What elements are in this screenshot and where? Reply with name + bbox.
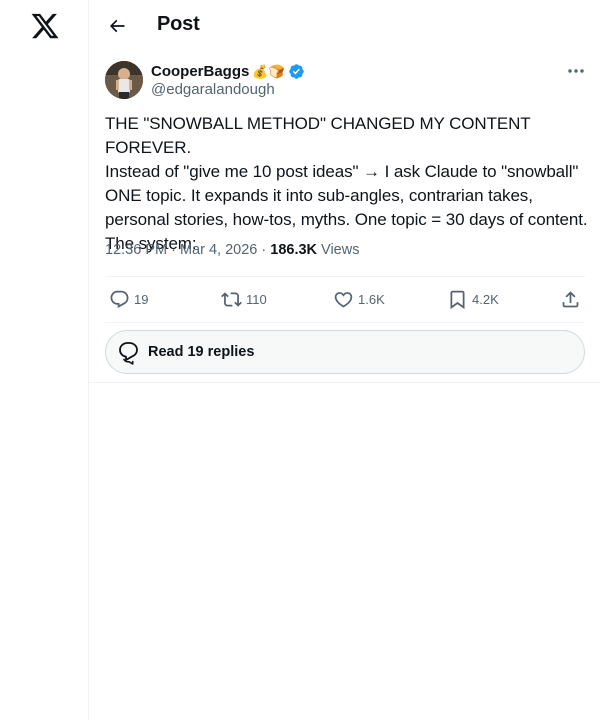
post-meta: 12:36 PM · Mar 4, 2026 · 186.3K Views bbox=[105, 242, 359, 258]
read-replies-button[interactable]: Read 19 replies bbox=[105, 330, 585, 374]
left-rail bbox=[0, 0, 88, 720]
more-dots-icon bbox=[568, 69, 584, 73]
more-options-button[interactable] bbox=[565, 64, 587, 78]
bookmark-button[interactable]: 4.2K bbox=[447, 289, 499, 310]
post: CooperBaggs 💰🍞 @edgaralandough THE "SNOW… bbox=[89, 52, 600, 383]
views-label: Views bbox=[321, 242, 360, 258]
meta-separator: · bbox=[261, 242, 271, 258]
main-column: Post CooperBaggs 💰🍞 @edgaralandough THE … bbox=[88, 0, 600, 720]
like-count: 1.6K bbox=[358, 292, 385, 307]
arrow-left-icon bbox=[109, 19, 125, 33]
display-name[interactable]: CooperBaggs bbox=[151, 63, 249, 80]
repost-icon bbox=[221, 292, 242, 307]
reply-count: 19 bbox=[134, 292, 149, 307]
heart-icon bbox=[334, 292, 353, 308]
repost-count: 110 bbox=[246, 292, 267, 307]
meta-separator: · bbox=[171, 242, 180, 258]
share-icon bbox=[562, 291, 579, 308]
chat-bubbles-icon bbox=[119, 342, 138, 365]
page-header: Post bbox=[89, 0, 600, 52]
name-row: CooperBaggs 💰🍞 bbox=[151, 62, 305, 80]
read-replies-label: Read 19 replies bbox=[148, 344, 255, 360]
post-date[interactable]: Mar 4, 2026 bbox=[180, 242, 257, 258]
repost-button[interactable]: 110 bbox=[221, 289, 267, 310]
x-logo-icon[interactable] bbox=[30, 11, 60, 41]
share-button[interactable] bbox=[560, 289, 581, 310]
post-text: THE "SNOWBALL METHOD" CHANGED MY CONTENT… bbox=[105, 114, 588, 253]
reply-button[interactable]: 19 bbox=[109, 289, 148, 310]
reply-icon bbox=[110, 290, 129, 308]
like-button[interactable]: 1.6K bbox=[333, 289, 385, 310]
post-time[interactable]: 12:36 PM bbox=[105, 242, 167, 258]
author-info: CooperBaggs 💰🍞 @edgaralandough bbox=[151, 62, 305, 98]
action-bar: 19 110 1.6K 4.2K bbox=[105, 276, 585, 323]
bookmark-icon bbox=[450, 290, 465, 310]
handle[interactable]: @edgaralandough bbox=[151, 81, 305, 98]
name-emojis: 💰🍞 bbox=[252, 63, 285, 79]
avatar[interactable] bbox=[105, 61, 143, 99]
verified-badge-icon[interactable] bbox=[288, 63, 305, 80]
back-button[interactable] bbox=[101, 10, 133, 42]
page-title: Post bbox=[157, 13, 200, 35]
views-count: 186.3K bbox=[270, 242, 318, 258]
avatar-image bbox=[105, 61, 143, 99]
bookmark-count: 4.2K bbox=[472, 292, 499, 307]
